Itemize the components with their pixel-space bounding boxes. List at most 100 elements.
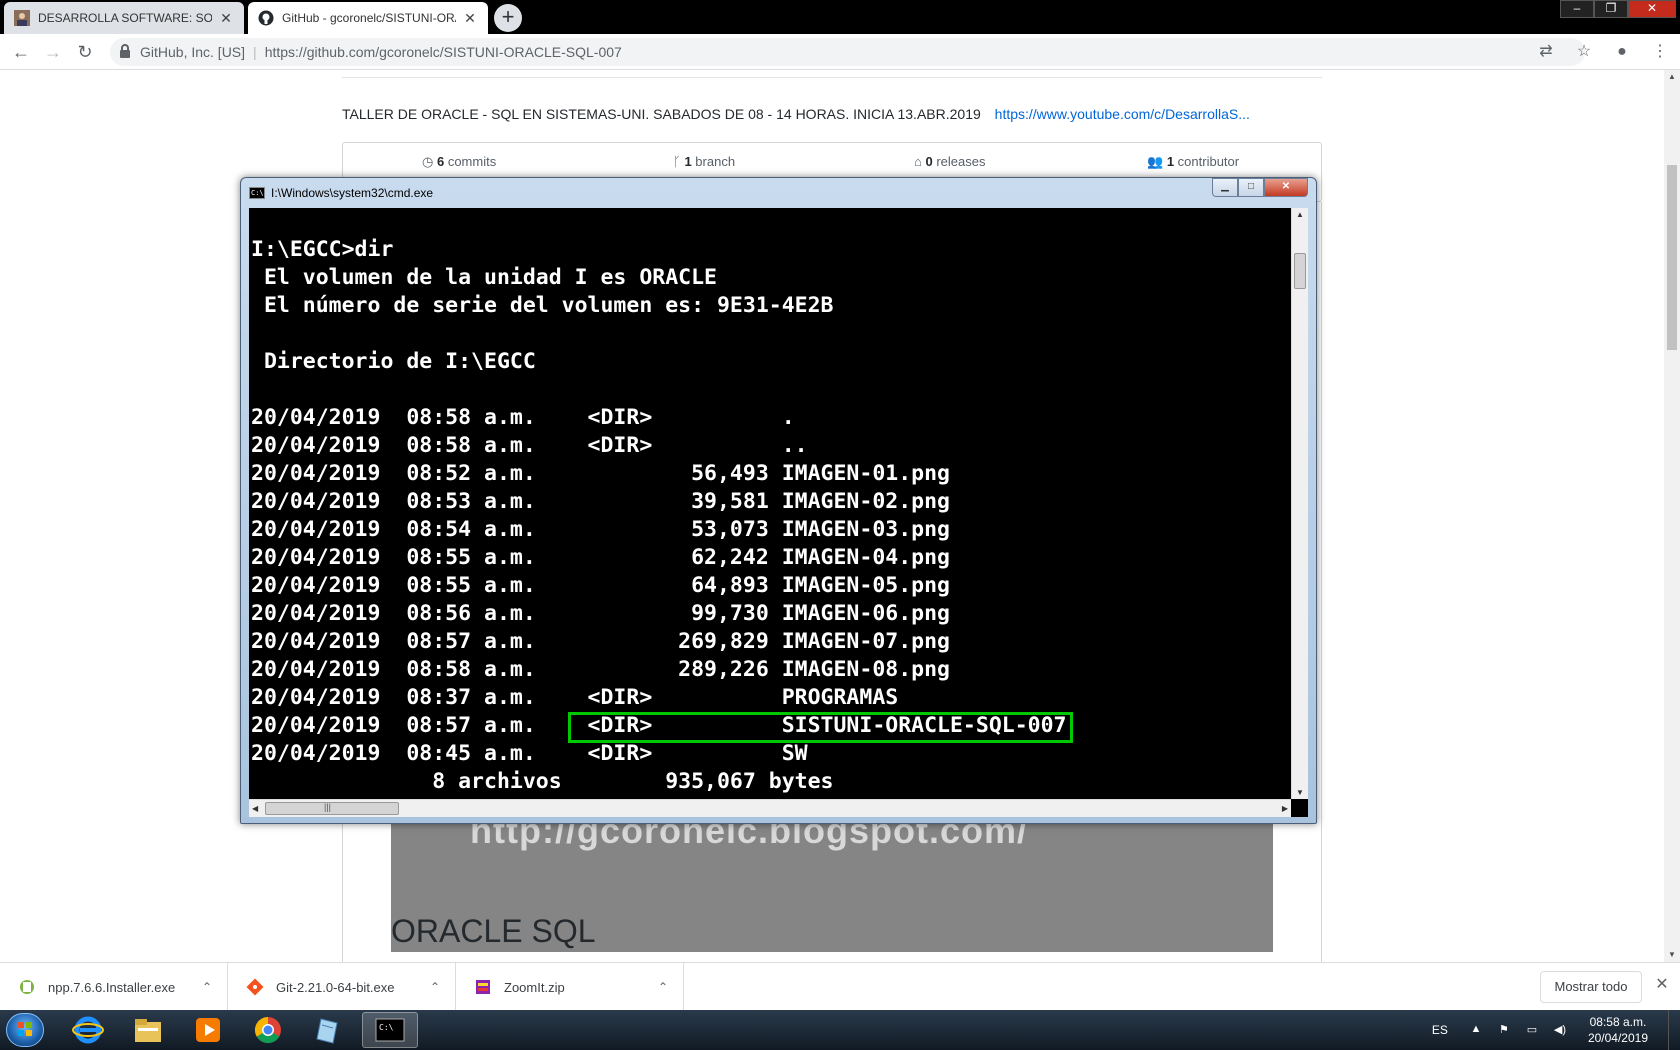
cmd-line: 20/04/2019 08:52 a.m. 56,493 IMAGEN-01.p…: [251, 461, 950, 486]
chevron-up-icon[interactable]: ⌃: [653, 980, 673, 994]
close-icon[interactable]: ✕: [218, 10, 234, 27]
cmd-line: I:\EGCC>dir: [251, 237, 394, 262]
url-text[interactable]: https://github.com/gcoronelc/SISTUNI-ORA…: [265, 44, 622, 60]
downloads-shelf: npp.7.6.6.Installer.exe ⌃ Git-2.21.0-64-…: [0, 962, 1680, 1011]
toolbar-icons: ⇄ ☆ ● ⋮: [1536, 42, 1670, 62]
action-center-flag-icon[interactable]: ⚑: [1496, 1023, 1512, 1037]
divider: [342, 70, 1322, 78]
scroll-thumb[interactable]: [1667, 165, 1677, 350]
clock-time: 08:58 a.m.: [1589, 1015, 1647, 1029]
cmd-vertical-scrollbar[interactable]: ▲ ▼: [1291, 208, 1308, 799]
stat-branch[interactable]: ᚴ 1 branch: [673, 154, 735, 169]
cmd-line: 20/04/2019 08:54 a.m. 53,073 IMAGEN-03.p…: [251, 517, 950, 542]
window-controls: ‒ ❐ ✕: [1560, 0, 1676, 18]
download-name: Git-2.21.0-64-bit.exe: [276, 979, 395, 995]
scroll-down-arrow-icon[interactable]: ▼: [1296, 788, 1304, 797]
download-item[interactable]: Git-2.21.0-64-bit.exe ⌃: [228, 963, 456, 1011]
svg-text:C:\: C:\: [379, 1023, 394, 1032]
cmd-line: 20/04/2019 08:56 a.m. 99,730 IMAGEN-06.p…: [251, 601, 950, 626]
tray-expand-icon[interactable]: ▲: [1468, 1023, 1484, 1037]
system-tray: ES ▲ ⚑ ▭ ◀) 08:58 a.m. 20/04/2019: [1432, 1010, 1680, 1050]
cmd-vscroll-thumb[interactable]: [1294, 253, 1306, 289]
tab-github[interactable]: GitHub - gcoronelc/SISTUNI-ORA ✕: [248, 2, 488, 34]
minimize-button[interactable]: ‒: [1560, 0, 1594, 18]
reload-icon[interactable]: ↻: [74, 42, 96, 64]
cmd-line: 20/04/2019 08:53 a.m. 39,581 IMAGEN-02.p…: [251, 489, 950, 514]
restore-button[interactable]: ❐: [1594, 0, 1628, 18]
language-indicator[interactable]: ES: [1432, 1023, 1448, 1037]
close-icon[interactable]: ✕: [1652, 975, 1672, 995]
scroll-left-arrow-icon[interactable]: ◀: [252, 804, 258, 813]
cmd-hscroll-thumb[interactable]: |||: [265, 802, 399, 815]
cmd-line: 20/04/2019 08:55 a.m. 62,242 IMAGEN-04.p…: [251, 545, 950, 570]
lock-icon: [120, 44, 130, 58]
cmd-minimize-button[interactable]: ▁: [1212, 178, 1238, 197]
tab-title: DESARROLLA SOFTWARE: SOBRE: [38, 11, 212, 25]
stat-contributors[interactable]: 👥 1 contributor: [1147, 154, 1239, 170]
cmd-icon: C:\: [249, 187, 265, 199]
chevron-up-icon[interactable]: ⌃: [197, 980, 217, 994]
cmd-line: 20/04/2019 08:37 a.m. <DIR> PROGRAMAS: [251, 685, 899, 710]
notepad-icon[interactable]: [300, 1012, 356, 1048]
cmd-window-controls: ▁ □ ✕: [1212, 178, 1308, 197]
network-icon[interactable]: ▭: [1524, 1023, 1540, 1037]
cmd-line: 20/04/2019 08:58 a.m. <DIR> .: [251, 405, 795, 430]
cmd-line: 20/04/2019 08:58 a.m. <DIR> ..: [251, 433, 808, 458]
cmd-taskbar-icon[interactable]: C:\: [362, 1012, 418, 1048]
download-item[interactable]: ZoomIt.zip ⌃: [456, 963, 684, 1011]
repo-description-text: TALLER DE ORACLE - SQL EN SISTEMAS-UNI. …: [342, 106, 981, 122]
tab-desarrolla-software[interactable]: DESARROLLA SOFTWARE: SOBRE ✕: [4, 2, 244, 34]
translate-icon[interactable]: ⇄: [1536, 42, 1556, 62]
download-name: npp.7.6.6.Installer.exe: [48, 979, 176, 995]
new-tab-button[interactable]: +: [494, 4, 522, 32]
scroll-right-arrow-icon[interactable]: ▶: [1282, 804, 1288, 813]
highlight-box: [568, 712, 1073, 743]
forward-arrow-icon[interactable]: →: [42, 42, 64, 64]
cmd-titlebar[interactable]: C:\ I:\Windows\system32\cmd.exe ▁ □ ✕: [241, 178, 1316, 208]
scroll-down-arrow-icon[interactable]: ▼: [1664, 948, 1680, 962]
site-identity[interactable]: GitHub, Inc. [US]: [140, 44, 245, 60]
stat-commits[interactable]: ◷ 6 commits: [422, 154, 496, 170]
notepadpp-icon: [18, 978, 36, 996]
download-item[interactable]: npp.7.6.6.Installer.exe ⌃: [0, 963, 228, 1011]
bookmark-star-icon[interactable]: ☆: [1574, 42, 1594, 62]
volume-icon[interactable]: ◀): [1552, 1023, 1568, 1037]
back-arrow-icon[interactable]: ←: [10, 42, 32, 64]
branch-icon: ᚴ: [673, 154, 681, 169]
clock[interactable]: 08:58 a.m. 20/04/2019: [1588, 1014, 1648, 1046]
cmd-line: 20/04/2019 08:55 a.m. 64,893 IMAGEN-05.p…: [251, 573, 950, 598]
show-desktop-button[interactable]: [1668, 1010, 1680, 1050]
scroll-up-arrow-icon[interactable]: ▲: [1296, 210, 1304, 219]
chevron-up-icon[interactable]: ⌃: [425, 980, 445, 994]
readme-heading: ORACLE SQL: [391, 913, 596, 949]
people-icon: 👥: [1147, 154, 1164, 169]
internet-explorer-icon[interactable]: [60, 1012, 116, 1048]
profile-icon[interactable]: ●: [1612, 42, 1632, 62]
cmd-line: 8 archivos 935,067 bytes: [251, 769, 834, 794]
git-installer-icon: [246, 978, 264, 996]
cmd-line: 20/04/2019 08:58 a.m. 289,226 IMAGEN-08.…: [251, 657, 950, 682]
close-icon[interactable]: ✕: [462, 10, 478, 27]
start-button[interactable]: [6, 1013, 44, 1047]
chrome-icon[interactable]: [240, 1012, 296, 1048]
page-scrollbar[interactable]: ▲ ▼: [1664, 70, 1680, 962]
browser-toolbar: ← → ↻ GitHub, Inc. [US] | https://github…: [0, 34, 1680, 70]
cmd-line: El número de serie del volumen es: 9E31-…: [251, 293, 834, 318]
show-all-downloads-button[interactable]: Mostrar todo: [1540, 971, 1642, 1003]
scroll-up-arrow-icon[interactable]: ▲: [1664, 70, 1680, 84]
menu-kebab-icon[interactable]: ⋮: [1650, 42, 1670, 62]
cmd-maximize-button[interactable]: □: [1238, 178, 1264, 197]
browser-tab-bar: DESARROLLA SOFTWARE: SOBRE ✕ GitHub - gc…: [0, 0, 1680, 34]
cmd-line: Directorio de I:\EGCC: [251, 349, 536, 374]
repo-website-link[interactable]: https://www.youtube.com/c/DesarrollaS...: [995, 106, 1250, 122]
address-bar[interactable]: GitHub, Inc. [US] | https://github.com/g…: [110, 38, 1585, 66]
close-window-button[interactable]: ✕: [1628, 0, 1676, 18]
history-icon: ◷: [422, 154, 434, 169]
cmd-horizontal-scrollbar[interactable]: ◀ ||| ▶: [249, 799, 1291, 817]
cmd-close-button[interactable]: ✕: [1264, 178, 1308, 197]
stat-releases[interactable]: ⌂ 0 releases: [914, 154, 985, 169]
media-player-icon[interactable]: [180, 1012, 236, 1048]
tag-icon: ⌂: [914, 154, 922, 169]
file-explorer-icon[interactable]: [120, 1012, 176, 1048]
cmd-line: [251, 376, 1279, 404]
